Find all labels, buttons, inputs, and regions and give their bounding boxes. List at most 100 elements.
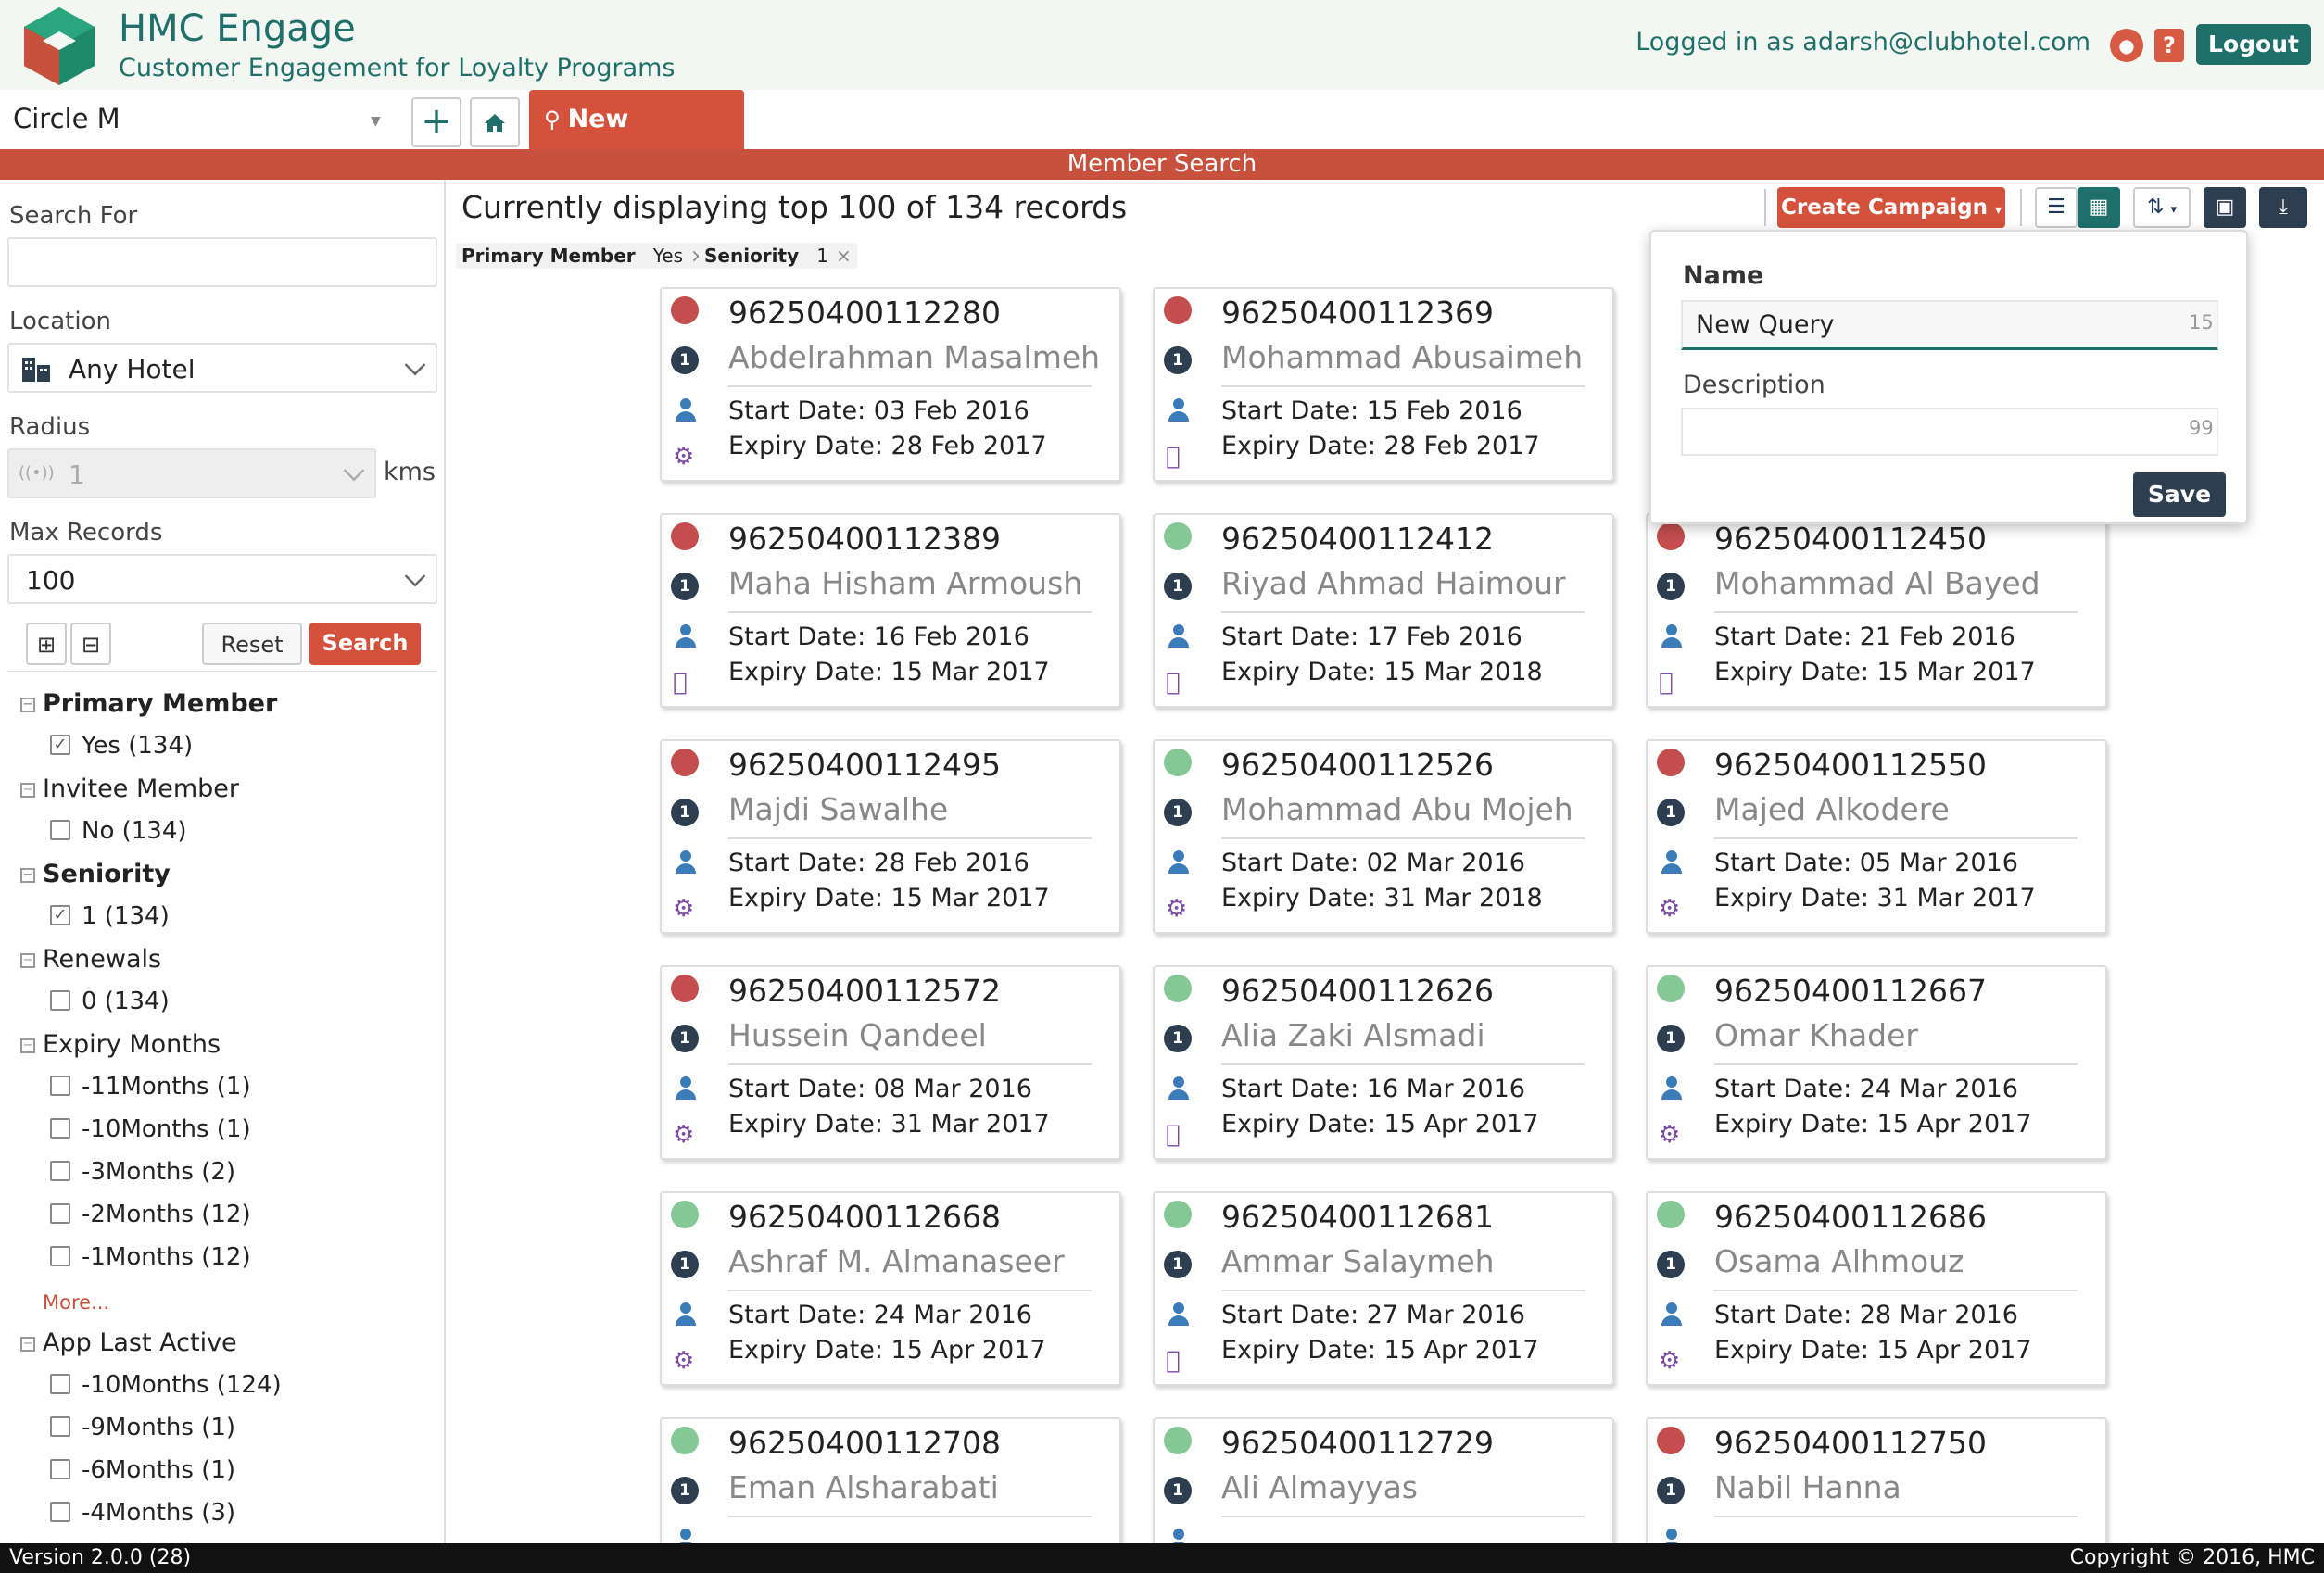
seniority-badge: 1 — [671, 1477, 699, 1504]
member-number[interactable]: 96250400112450 — [1714, 521, 1987, 557]
start-date: Start Date: 05 Mar 2016 — [1714, 849, 2018, 877]
expiry-date: Expiry Date: 15 Apr 2017 — [1714, 1110, 2032, 1139]
seniority-badge: 1 — [1164, 1477, 1192, 1504]
footer: Version 2.0.0 (28) Copyright © 2016, HMC — [0, 1543, 2324, 1573]
member-card[interactable]: 1 96250400112389 Maha Hisham Armoush Start … — [660, 513, 1121, 708]
seniority-badge: 1 — [1657, 799, 1685, 826]
user-icon — [675, 1302, 697, 1327]
member-name: Ammar Salaymeh — [1221, 1243, 1495, 1279]
expiry-date: Expiry Date: 15 Mar 2017 — [728, 658, 1050, 686]
start-date: Start Date: 27 Mar 2016 — [1221, 1301, 1525, 1329]
member-number[interactable]: 96250400112681 — [1221, 1199, 1494, 1235]
member-name: Osama Alhmouz — [1714, 1243, 1964, 1279]
member-card[interactable]: 1 96250400112412 Riyad Ahmad Haimour Start … — [1153, 513, 1614, 708]
member-card[interactable]: 1 96250400112750 Nabil Hanna — [1646, 1417, 2107, 1543]
expiry-date: Expiry Date: 28 Feb 2017 — [728, 432, 1047, 460]
android-icon: ⚙ — [673, 1347, 695, 1375]
seniority-badge: 1 — [1657, 1477, 1685, 1504]
expiry-date: Expiry Date: 31 Mar 2017 — [1714, 884, 2036, 912]
member-card[interactable]: 1 96250400112526 Mohammad Abu Mojeh Start D… — [1153, 739, 1614, 934]
android-icon: ⚙ — [1659, 895, 1681, 923]
card-divider — [1714, 611, 2078, 613]
member-name: Majed Alkodere — [1714, 791, 1950, 827]
card-divider — [728, 611, 1092, 613]
copyright-text: Copyright © 2016, HMC — [2069, 1546, 2315, 1569]
member-card[interactable]: 1 96250400112668 Ashraf M. Almanaseer Start… — [660, 1191, 1121, 1386]
member-number[interactable]: 96250400112412 — [1221, 521, 1494, 557]
start-date: Start Date: 03 Feb 2016 — [728, 396, 1029, 425]
card-divider — [1714, 1290, 2078, 1291]
status-dot — [1657, 1427, 1685, 1454]
save-button[interactable]: Save — [2133, 472, 2226, 517]
expiry-date: Expiry Date: 15 Apr 2017 — [1221, 1336, 1539, 1365]
version-text: Version 2.0.0 (28) — [9, 1546, 192, 1569]
member-card[interactable]: 1 96250400112369 Mohammad Abusaimeh Start D… — [1153, 287, 1614, 482]
member-card[interactable]: 1 96250400112708 Eman Alsharabati — [660, 1417, 1121, 1543]
member-number[interactable]: 96250400112729 — [1221, 1425, 1494, 1461]
start-date: Start Date: 24 Mar 2016 — [728, 1301, 1032, 1329]
member-card[interactable]: 1 96250400112550 Majed Alkodere Start Date:… — [1646, 739, 2107, 934]
start-date: Start Date: 24 Mar 2016 — [1714, 1075, 2018, 1103]
user-icon — [1168, 1529, 1190, 1543]
member-card[interactable]: 1 96250400112495 Majdi Sawalhe Start Date: … — [660, 739, 1121, 934]
expiry-date: Expiry Date: 15 Apr 2017 — [728, 1336, 1046, 1365]
member-number[interactable]: 96250400112526 — [1221, 747, 1494, 783]
android-icon: ⚙ — [673, 1121, 695, 1149]
seniority-badge: 1 — [1164, 1251, 1192, 1278]
card-divider — [1221, 1063, 1585, 1065]
start-date: Start Date: 28 Feb 2016 — [728, 849, 1029, 877]
start-date: Start Date: 02 Mar 2016 — [1221, 849, 1525, 877]
member-number[interactable]: 96250400112668 — [728, 1199, 1001, 1235]
member-number[interactable]: 96250400112667 — [1714, 973, 1987, 1009]
seniority-badge: 1 — [671, 1251, 699, 1278]
member-number[interactable]: 96250400112572 — [728, 973, 1001, 1009]
member-card[interactable]: 1 96250400112572 Hussein Qandeel Start Date… — [660, 965, 1121, 1160]
status-dot — [1164, 522, 1192, 550]
member-name: Eman Alsharabati — [728, 1469, 999, 1505]
seniority-badge: 1 — [1164, 1025, 1192, 1052]
expiry-date: Expiry Date: 31 Mar 2018 — [1221, 884, 1543, 912]
start-date: Start Date: 16 Mar 2016 — [1221, 1075, 1525, 1103]
member-card[interactable]: 1 96250400112626 Alia Zaki Alsmadi Start Da… — [1153, 965, 1614, 1160]
member-name: Omar Khader — [1714, 1017, 1918, 1053]
member-name: Hussein Qandeel — [728, 1017, 987, 1053]
card-divider — [1221, 385, 1585, 387]
member-card[interactable]: 1 96250400112667 Omar Khader Start Date: 24… — [1646, 965, 2107, 1160]
apple-icon:  — [673, 669, 688, 697]
expiry-date: Expiry Date: 28 Feb 2017 — [1221, 432, 1540, 460]
member-number[interactable]: 96250400112626 — [1221, 973, 1494, 1009]
seniority-badge: 1 — [671, 346, 699, 374]
member-card[interactable]: 1 96250400112686 Osama Alhmouz Start Date: … — [1646, 1191, 2107, 1386]
member-card[interactable]: 1 96250400112450 Mohammad Al Bayed Start Da… — [1646, 513, 2107, 708]
description-input[interactable] — [1681, 408, 2218, 456]
android-icon: ⚙ — [1166, 895, 1188, 923]
member-number[interactable]: 96250400112686 — [1714, 1199, 1987, 1235]
user-icon — [1168, 850, 1190, 875]
seniority-badge: 1 — [1657, 1025, 1685, 1052]
member-card[interactable]: 1 96250400112280 Abdelrahman Masalmeh Start… — [660, 287, 1121, 482]
member-number[interactable]: 96250400112750 — [1714, 1425, 1987, 1461]
member-card[interactable]: 1 96250400112729 Ali Almayyas — [1153, 1417, 1614, 1543]
member-number[interactable]: 96250400112369 — [1221, 295, 1494, 331]
start-date: Start Date: 15 Feb 2016 — [1221, 396, 1522, 425]
member-card[interactable]: 1 96250400112681 Ammar Salaymeh Start Date:… — [1153, 1191, 1614, 1386]
status-dot — [1657, 749, 1685, 776]
name-input[interactable]: New Query — [1681, 300, 2218, 350]
member-number[interactable]: 96250400112280 — [728, 295, 1001, 331]
status-dot — [1164, 1201, 1192, 1228]
member-name: Ashraf M. Almanaseer — [728, 1243, 1065, 1279]
expiry-date: Expiry Date: 31 Mar 2017 — [728, 1110, 1050, 1139]
member-number[interactable]: 96250400112495 — [728, 747, 1001, 783]
status-dot — [1164, 749, 1192, 776]
member-number[interactable]: 96250400112708 — [728, 1425, 1001, 1461]
card-divider — [728, 1290, 1092, 1291]
member-number[interactable]: 96250400112550 — [1714, 747, 1987, 783]
status-dot — [671, 296, 699, 324]
android-icon: ⚙ — [673, 443, 695, 471]
android-icon: ⚙ — [673, 895, 695, 923]
description-char-count: 99 — [2189, 417, 2214, 439]
name-label: Name — [1683, 261, 1764, 290]
user-icon — [675, 398, 697, 422]
member-number[interactable]: 96250400112389 — [728, 521, 1001, 557]
status-dot — [671, 522, 699, 550]
